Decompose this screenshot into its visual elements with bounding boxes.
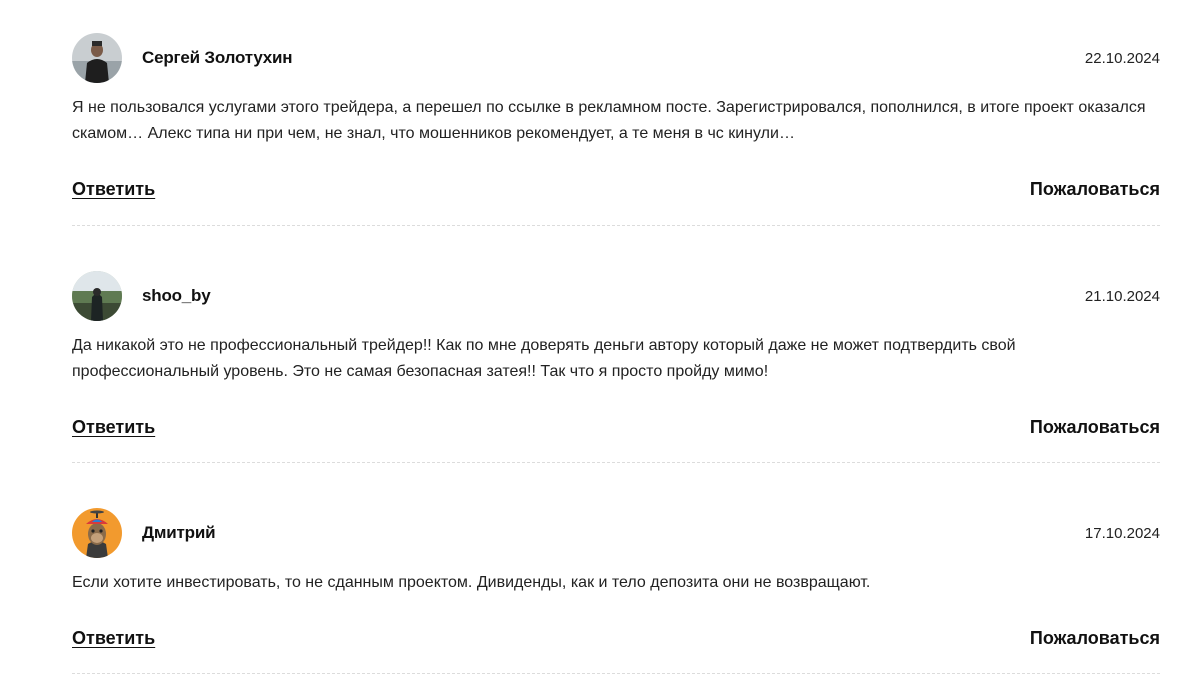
comment-actions: Ответить Пожаловаться (72, 628, 1160, 654)
comment-text: Если хотите инвестировать, то не сданным… (72, 570, 1162, 596)
comment-author: Сергей Золотухин (142, 48, 293, 67)
comment-divider (72, 462, 1160, 463)
report-button[interactable]: Пожаловаться (1030, 179, 1160, 200)
comment-body: Если хотите инвестировать, то не сданным… (72, 574, 871, 591)
comment-body: Я не пользовался услугами этого трейдера… (72, 99, 1146, 142)
comment-author: shoo_by (142, 286, 211, 305)
comments-list: Сергей Золотухин 22.10.2024 Я не пользов… (0, 0, 1185, 696)
comment-actions: Ответить Пожаловаться (72, 417, 1160, 443)
avatar (72, 33, 122, 83)
reply-button[interactable]: Ответить (72, 179, 155, 200)
comment-author: Дмитрий (142, 523, 216, 542)
user-photo-landscape-icon (72, 271, 122, 321)
report-button[interactable]: Пожаловаться (1030, 417, 1160, 438)
comment-header: shoo_by 21.10.2024 (72, 271, 1160, 321)
comment-header: Сергей Золотухин 22.10.2024 (72, 33, 1160, 83)
reply-button[interactable]: Ответить (72, 417, 155, 438)
user-photo-man-icon (72, 33, 122, 83)
avatar (72, 271, 122, 321)
comment-actions: Ответить Пожаловаться (72, 179, 1160, 205)
comment-item: shoo_by 21.10.2024 Да никакой это не про… (72, 271, 1160, 443)
comment-date: 17.10.2024 (1084, 525, 1160, 542)
report-button[interactable]: Пожаловаться (1030, 628, 1160, 649)
comment-divider (72, 673, 1160, 674)
comment-date: 21.10.2024 (1084, 288, 1160, 305)
avatar (72, 508, 122, 558)
reply-button[interactable]: Ответить (72, 628, 155, 649)
comment-header: Дмитрий 17.10.2024 (72, 508, 1160, 558)
comment-body: Да никакой это не профессиональный трейд… (72, 337, 1016, 380)
comment-date: 22.10.2024 (1084, 50, 1160, 67)
ape-cartoon-avatar-icon (72, 508, 122, 558)
comment-text: Я не пользовался услугами этого трейдера… (72, 95, 1162, 147)
comment-item: Сергей Золотухин 22.10.2024 Я не пользов… (72, 33, 1160, 205)
comment-text: Да никакой это не профессиональный трейд… (72, 333, 1162, 385)
comment-item: Дмитрий 17.10.2024 Если хотите инвестиро… (72, 508, 1160, 654)
comment-divider (72, 225, 1160, 226)
